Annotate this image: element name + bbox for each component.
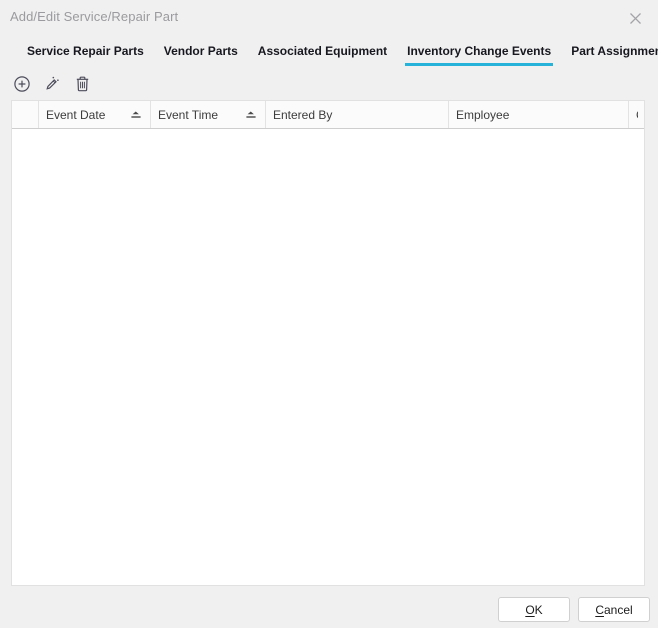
- tab-vendor-parts[interactable]: Vendor Parts: [162, 42, 240, 66]
- tab-service-repair-parts[interactable]: Service Repair Parts: [25, 42, 146, 66]
- grid-toolbar: [13, 75, 91, 93]
- ok-button[interactable]: OK: [498, 597, 570, 622]
- dialog-title: Add/Edit Service/Repair Part: [10, 9, 178, 24]
- column-header-row-indicator: [12, 101, 39, 128]
- close-button[interactable]: [622, 5, 648, 31]
- column-header-event-time[interactable]: Event Time: [151, 101, 266, 128]
- cancel-button[interactable]: Cancel: [578, 597, 650, 622]
- inventory-change-events-grid: Event Date Event Time Entered By Employe…: [11, 100, 645, 586]
- grid-body-empty: [12, 129, 644, 585]
- column-header-entered-by[interactable]: Entered By: [266, 101, 449, 128]
- tab-inventory-change-events[interactable]: Inventory Change Events: [405, 42, 553, 66]
- add-circle-icon: [13, 75, 31, 93]
- column-header-truncated[interactable]: C: [629, 101, 644, 128]
- edit-button[interactable]: [43, 75, 61, 93]
- add-button[interactable]: [13, 75, 31, 93]
- add-edit-service-repair-part-dialog: Add/Edit Service/Repair Part Service Rep…: [0, 0, 658, 628]
- close-icon: [628, 11, 643, 26]
- grid-header-row: Event Date Event Time Entered By Employe…: [12, 101, 644, 129]
- delete-button[interactable]: [73, 75, 91, 93]
- tab-part-assignments[interactable]: Part Assignments: [569, 42, 658, 66]
- edit-pencil-icon: [43, 75, 61, 93]
- sort-icon: [130, 110, 142, 119]
- tab-bar: Service Repair Parts Vendor Parts Associ…: [25, 42, 658, 66]
- column-header-event-date[interactable]: Event Date: [39, 101, 151, 128]
- trash-icon: [74, 75, 91, 93]
- sort-icon: [245, 110, 257, 119]
- tab-associated-equipment[interactable]: Associated Equipment: [256, 42, 389, 66]
- column-header-employee[interactable]: Employee: [449, 101, 629, 128]
